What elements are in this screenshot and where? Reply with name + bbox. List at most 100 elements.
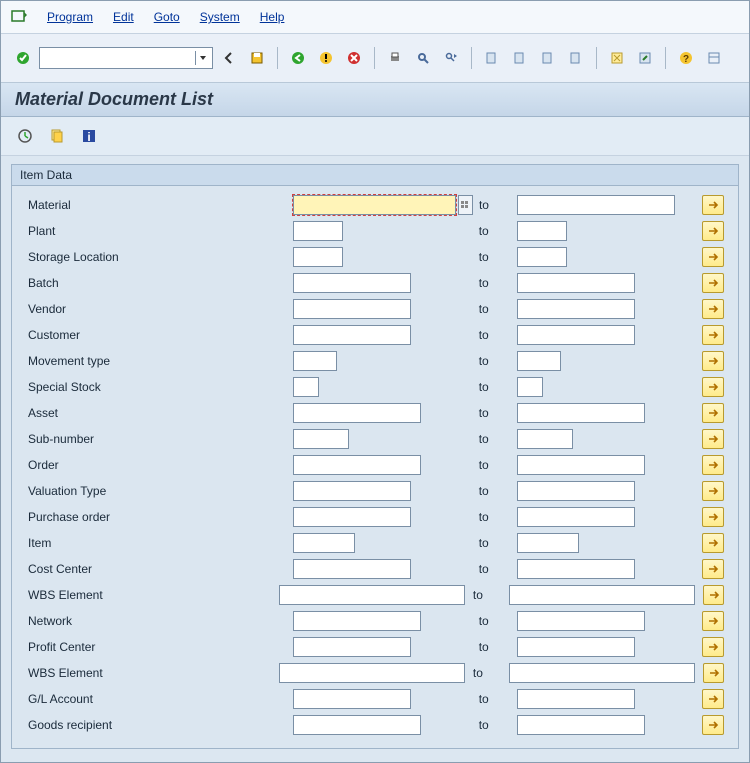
input-asset-to[interactable] bbox=[517, 403, 645, 423]
input-vendor-from[interactable] bbox=[293, 299, 411, 319]
row-sub_number: Sub-numberto bbox=[22, 426, 728, 452]
input-storage_location-from[interactable] bbox=[293, 247, 343, 267]
new-session-icon[interactable] bbox=[605, 46, 629, 70]
find-next-icon[interactable] bbox=[439, 46, 463, 70]
input-wbs_element-from[interactable] bbox=[279, 585, 465, 605]
input-sub_number-to[interactable] bbox=[517, 429, 573, 449]
next-page-icon[interactable] bbox=[536, 46, 560, 70]
application-toolbar: i bbox=[1, 117, 749, 156]
input-customer-to[interactable] bbox=[517, 325, 635, 345]
multiple-selection-icon[interactable] bbox=[702, 455, 724, 475]
input-material-from[interactable] bbox=[293, 195, 456, 215]
input-valuation_type-to[interactable] bbox=[517, 481, 635, 501]
back-green-icon[interactable] bbox=[286, 46, 310, 70]
input-purchase_order-to[interactable] bbox=[517, 507, 635, 527]
multiple-selection-icon[interactable] bbox=[702, 611, 724, 631]
command-field[interactable] bbox=[39, 47, 213, 69]
row-valuation_type: Valuation Typeto bbox=[22, 478, 728, 504]
f4-help-icon[interactable] bbox=[458, 195, 473, 215]
to-label: to bbox=[479, 432, 511, 446]
input-wbs_element-to[interactable] bbox=[509, 585, 695, 605]
input-special_stock-to[interactable] bbox=[517, 377, 543, 397]
input-gl_account-from[interactable] bbox=[293, 689, 411, 709]
multiple-selection-icon[interactable] bbox=[702, 429, 724, 449]
first-page-icon[interactable] bbox=[480, 46, 504, 70]
input-wbs_element_2-from[interactable] bbox=[279, 663, 465, 683]
multiple-selection-icon[interactable] bbox=[702, 689, 724, 709]
input-network-to[interactable] bbox=[517, 611, 645, 631]
shortcut-icon[interactable] bbox=[633, 46, 657, 70]
input-profit_center-from[interactable] bbox=[293, 637, 411, 657]
layout-icon[interactable] bbox=[702, 46, 726, 70]
multiple-selection-icon[interactable] bbox=[702, 377, 724, 397]
multiple-selection-icon[interactable] bbox=[702, 507, 724, 527]
multiple-selection-icon[interactable] bbox=[702, 325, 724, 345]
input-item-from[interactable] bbox=[293, 533, 355, 553]
input-special_stock-from[interactable] bbox=[293, 377, 319, 397]
back-icon[interactable] bbox=[217, 46, 241, 70]
input-item-to[interactable] bbox=[517, 533, 579, 553]
input-plant-to[interactable] bbox=[517, 221, 567, 241]
cancel-icon[interactable] bbox=[342, 46, 366, 70]
input-cost_center-from[interactable] bbox=[293, 559, 411, 579]
multiple-selection-icon[interactable] bbox=[702, 247, 724, 267]
save-icon[interactable] bbox=[245, 46, 269, 70]
input-asset-from[interactable] bbox=[293, 403, 421, 423]
exit-icon[interactable] bbox=[314, 46, 338, 70]
input-network-from[interactable] bbox=[293, 611, 421, 631]
multiple-selection-icon[interactable] bbox=[702, 715, 724, 735]
item-data-rows: MaterialtoPlanttoStorage LocationtoBatch… bbox=[12, 186, 738, 748]
input-goods_recipient-from[interactable] bbox=[293, 715, 421, 735]
multiple-selection-icon[interactable] bbox=[702, 273, 724, 293]
multiple-selection-icon[interactable] bbox=[703, 585, 724, 605]
input-sub_number-from[interactable] bbox=[293, 429, 349, 449]
input-order-from[interactable] bbox=[293, 455, 421, 475]
input-movement_type-from[interactable] bbox=[293, 351, 337, 371]
multiple-selection-icon[interactable] bbox=[702, 403, 724, 423]
multiple-selection-icon[interactable] bbox=[702, 195, 724, 215]
info-icon[interactable]: i bbox=[77, 124, 101, 148]
to-label: to bbox=[479, 302, 511, 316]
multiple-selection-icon[interactable] bbox=[702, 299, 724, 319]
input-plant-from[interactable] bbox=[293, 221, 343, 241]
input-material-to[interactable] bbox=[517, 195, 675, 215]
multiple-selection-icon[interactable] bbox=[702, 481, 724, 501]
get-variant-icon[interactable] bbox=[45, 124, 69, 148]
input-purchase_order-from[interactable] bbox=[293, 507, 411, 527]
input-profit_center-to[interactable] bbox=[517, 637, 635, 657]
input-valuation_type-from[interactable] bbox=[293, 481, 411, 501]
execute-icon[interactable] bbox=[13, 124, 37, 148]
input-customer-from[interactable] bbox=[293, 325, 411, 345]
enter-icon[interactable] bbox=[11, 46, 35, 70]
menu-program[interactable]: Program bbox=[47, 10, 93, 24]
input-batch-to[interactable] bbox=[517, 273, 635, 293]
menu-goto[interactable]: Goto bbox=[154, 10, 180, 24]
input-wbs_element_2-to[interactable] bbox=[509, 663, 695, 683]
input-order-to[interactable] bbox=[517, 455, 645, 475]
menu-system[interactable]: System bbox=[200, 10, 240, 24]
input-movement_type-to[interactable] bbox=[517, 351, 561, 371]
menu-help[interactable]: Help bbox=[260, 10, 285, 24]
multiple-selection-icon[interactable] bbox=[702, 559, 724, 579]
multiple-selection-icon[interactable] bbox=[703, 663, 724, 683]
multiple-selection-icon[interactable] bbox=[702, 637, 724, 657]
multiple-selection-icon[interactable] bbox=[702, 351, 724, 371]
menu-edit[interactable]: Edit bbox=[113, 10, 134, 24]
input-goods_recipient-to[interactable] bbox=[517, 715, 645, 735]
multiple-selection-icon[interactable] bbox=[702, 533, 724, 553]
input-batch-from[interactable] bbox=[293, 273, 411, 293]
command-dropdown-icon[interactable] bbox=[195, 51, 210, 65]
prev-page-icon[interactable] bbox=[508, 46, 532, 70]
multiple-selection-icon[interactable] bbox=[702, 221, 724, 241]
input-gl_account-to[interactable] bbox=[517, 689, 635, 709]
window-menu-icon[interactable] bbox=[11, 10, 27, 24]
help-icon[interactable]: ? bbox=[674, 46, 698, 70]
input-storage_location-to[interactable] bbox=[517, 247, 567, 267]
label-movement_type: Movement type bbox=[22, 354, 287, 368]
last-page-icon[interactable] bbox=[564, 46, 588, 70]
input-cost_center-to[interactable] bbox=[517, 559, 635, 579]
input-vendor-to[interactable] bbox=[517, 299, 635, 319]
print-icon[interactable] bbox=[383, 46, 407, 70]
find-icon[interactable] bbox=[411, 46, 435, 70]
label-goods_recipient: Goods recipient bbox=[22, 718, 287, 732]
